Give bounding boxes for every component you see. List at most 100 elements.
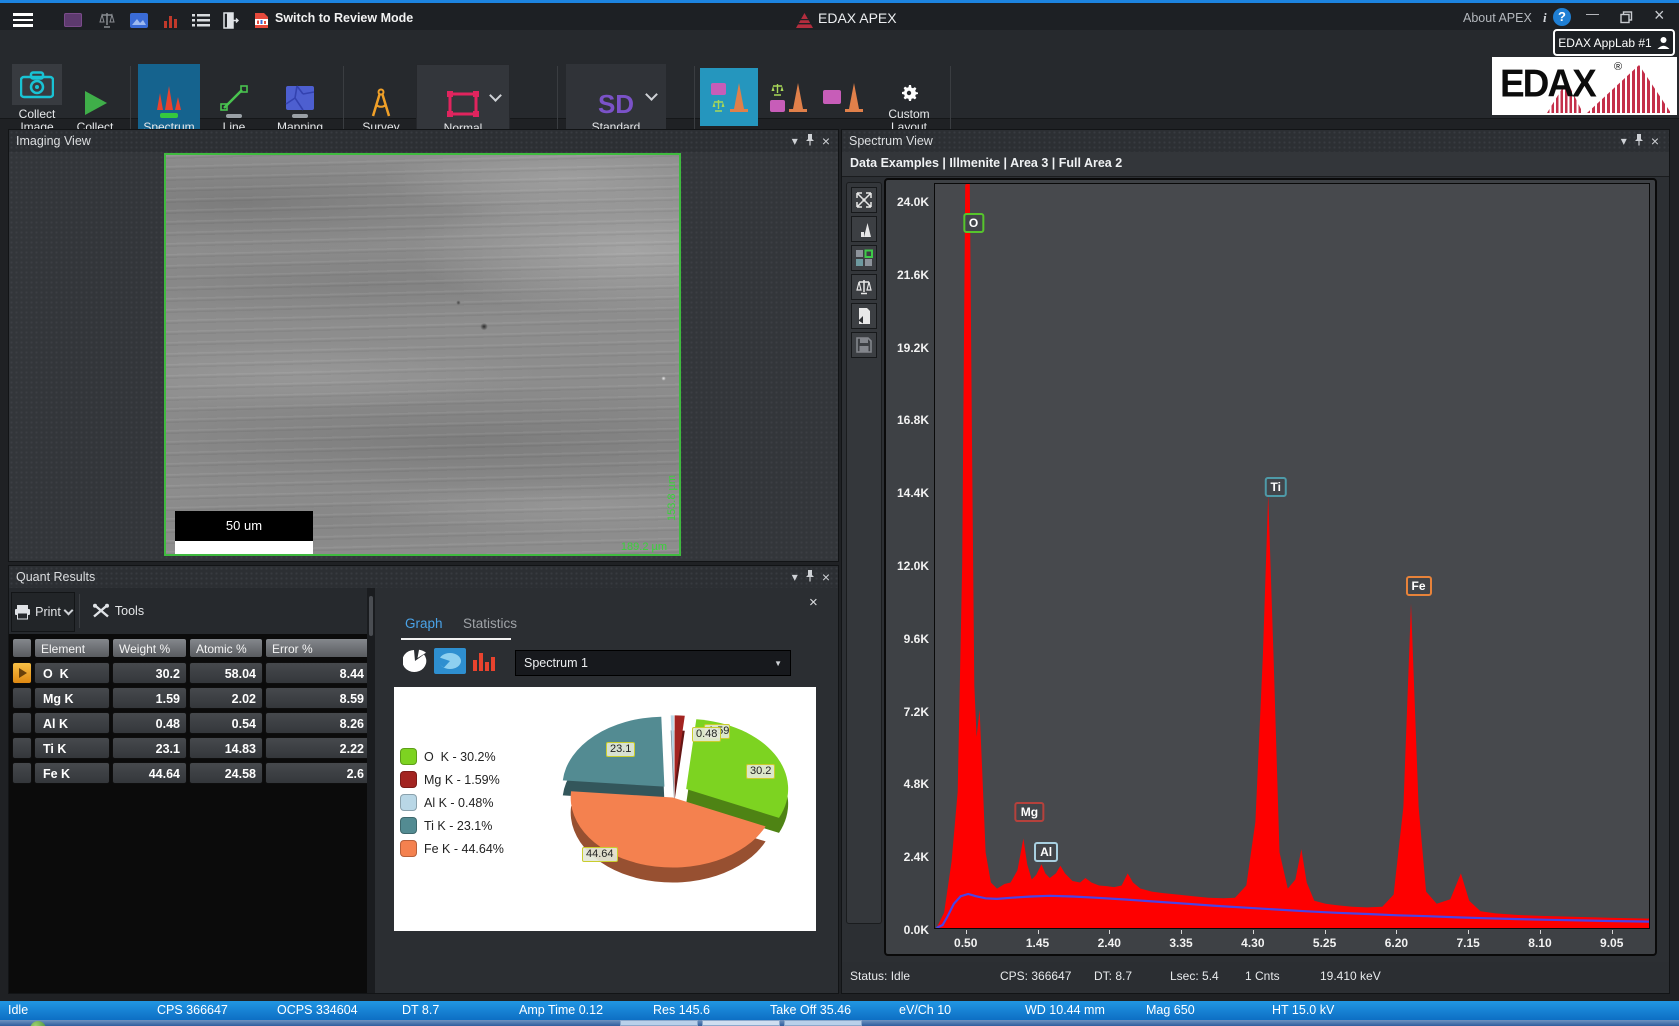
x-tick-label: 7.15 [1448, 936, 1488, 950]
print-button[interactable]: Print [11, 592, 75, 632]
layout-preset-1-button[interactable] [700, 68, 758, 126]
layout-preset-2-button[interactable] [762, 68, 814, 126]
switch-to-review-mode-button[interactable]: Switch to Review Mode [275, 11, 413, 25]
taskbar-button[interactable] [784, 1020, 862, 1026]
taskbar-button[interactable] [620, 1020, 698, 1026]
quant-close-icon[interactable]: × [822, 570, 830, 584]
image-tool-icon[interactable] [62, 10, 84, 30]
spectrum-chart-icon[interactable] [160, 10, 182, 30]
row-select-ti[interactable] [12, 737, 32, 759]
about-apex-link[interactable]: About APEX [1463, 11, 1532, 25]
custom-layout-button[interactable]: Custom Layout [878, 64, 940, 138]
chart-type-pie-button[interactable] [401, 648, 431, 674]
tab-graph[interactable]: Graph [405, 616, 443, 631]
cell-atomic: 24.58 [189, 762, 263, 784]
mapping-image-icon[interactable] [128, 10, 150, 30]
y-axis-labels: 0.0K2.4K4.8K7.2K9.6K12.0K14.4K16.8K19.2K… [886, 183, 934, 927]
cell-weight: 0.48 [112, 712, 187, 734]
sb-dt: DT 8.7 [402, 1003, 439, 1017]
quality-standard-button[interactable]: SD Standard [566, 64, 666, 138]
imaging-dock-chevron-icon[interactable]: ▾ [792, 134, 798, 148]
spectrum-plot[interactable]: OMgAlTiFe [934, 183, 1650, 929]
quant-table: Element Weight % Atomic % Error % O K 30… [9, 634, 375, 993]
mode-mapping-button[interactable]: Mapping [266, 64, 334, 138]
os-taskbar [0, 1020, 1679, 1026]
x-tick-label: 9.05 [1592, 936, 1632, 950]
imaging-pin-icon[interactable] [805, 133, 815, 149]
restore-button[interactable] [1620, 11, 1633, 27]
mode-line-button[interactable]: Line [206, 64, 262, 138]
menu-hamburger-icon[interactable] [10, 10, 36, 30]
expand-arrows-icon[interactable] [851, 187, 877, 213]
column-error[interactable]: Error % [265, 638, 371, 658]
edax-triangle-logo [795, 10, 813, 30]
quadrant-grid-icon[interactable] [851, 245, 877, 271]
row-select-fe[interactable] [12, 762, 32, 784]
quant-results-panel: Quant Results ▾ × Print Tools Element [8, 565, 839, 994]
collect-button[interactable]: Collect [70, 64, 120, 138]
quant-pin-icon[interactable] [805, 569, 815, 585]
x-tick-label: 0.50 [946, 936, 986, 950]
image-width-label: 189.2 µm [621, 541, 667, 553]
quality-dropdown-chevron[interactable] [645, 88, 658, 101]
minimize-button[interactable]: — [1586, 6, 1599, 21]
legend-item: O K - 30.2% [400, 745, 504, 768]
help-icon[interactable]: ? [1553, 8, 1571, 26]
pie-legend: O K - 30.2% Mg K - 1.59% Al K - 0.48% Ti… [400, 745, 504, 860]
exit-door-icon[interactable] [220, 10, 242, 30]
sd-glyph: SD [598, 90, 634, 118]
save-icon[interactable] [851, 332, 877, 358]
page-flip-icon[interactable] [851, 303, 877, 329]
normal-dropdown-chevron[interactable] [489, 89, 502, 102]
cell-weight: 44.64 [112, 762, 187, 784]
quant-balance-icon[interactable] [851, 274, 877, 300]
imaging-close-icon[interactable]: × [822, 134, 830, 148]
tools-button[interactable]: Tools [87, 592, 149, 630]
y-tick-label: 4.8K [885, 777, 929, 791]
spectrum-close-icon[interactable]: × [1651, 134, 1659, 148]
active-underline [160, 113, 178, 118]
chart-type-pie3d-button[interactable] [434, 648, 466, 674]
y-tick-label: 2.4K [885, 850, 929, 864]
legend-item: Al K - 0.48% [400, 791, 504, 814]
peak-id-icon[interactable] [851, 216, 877, 242]
survey-button[interactable]: Survey [352, 64, 410, 138]
spectrum-dock-chevron-icon[interactable]: ▾ [1621, 134, 1627, 148]
spectrum-pin-icon[interactable] [1634, 133, 1644, 149]
column-element[interactable]: Element [34, 638, 110, 658]
cell-error: 8.26 [265, 712, 371, 734]
list-view-icon[interactable] [190, 10, 212, 30]
info-icon[interactable]: i [1543, 10, 1547, 26]
spectrum-select-dropdown[interactable]: Spectrum 1 ▼ [515, 650, 791, 676]
graph-subpanel: × Graph Statistics Spectrum 1 ▼ O K - 30… [375, 588, 838, 993]
account-selector[interactable]: EDAX AppLab #1 [1553, 29, 1675, 56]
row-select-al[interactable] [12, 712, 32, 734]
cell-error: 2.22 [265, 737, 371, 759]
collect-image-button[interactable]: Collect Image [8, 64, 66, 138]
row-select-mg[interactable] [12, 687, 32, 709]
tools-label: Tools [115, 604, 144, 618]
image-height-label: 153.8 µm [666, 475, 678, 521]
row-select-o[interactable] [12, 662, 32, 684]
quant-scales-icon[interactable] [96, 10, 118, 30]
edax-brand-logo: EDAX ® [1492, 57, 1677, 115]
imaging-view-panel: Imaging View ▾ × 50 um 189.2 µm 153.8 µm [8, 129, 839, 562]
splitter[interactable] [367, 588, 375, 993]
mode-spectrum-button[interactable]: Spectrum [138, 64, 200, 138]
taskbar-button[interactable] [702, 1020, 780, 1026]
quant-dock-chevron-icon[interactable]: ▾ [792, 570, 798, 584]
close-button[interactable]: × [1654, 5, 1665, 26]
column-atomic[interactable]: Atomic % [189, 638, 263, 658]
pie3d-chart-icon [437, 651, 463, 671]
camera-icon [12, 64, 62, 105]
tab-statistics[interactable]: Statistics [463, 616, 517, 631]
spectrum-select-value: Spectrum 1 [524, 656, 588, 670]
start-button[interactable] [30, 1021, 46, 1026]
pie-label-o: 30.2 [746, 764, 775, 779]
column-weight[interactable]: Weight % [112, 638, 187, 658]
layout-preset-3-button[interactable] [818, 68, 868, 126]
sem-image[interactable]: 50 um 189.2 µm 153.8 µm [164, 153, 681, 556]
chart-type-bar-button[interactable] [469, 648, 499, 674]
graph-close-icon[interactable]: × [809, 594, 818, 611]
play-icon [80, 88, 110, 118]
